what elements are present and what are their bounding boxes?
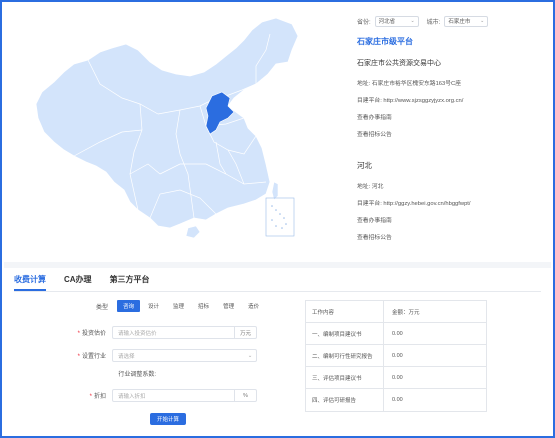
city-notice-link[interactable]: 查看招标公告 (357, 129, 552, 138)
map-region-taiwan[interactable] (271, 181, 279, 201)
discount-row: * 折扣 请输入折扣 % (22, 389, 257, 402)
info-panel: 省份: 河北省 ⌄ 城市: 石家庄市 ⌄ 石家庄市级平台 石家庄市公共资源交易中… (357, 14, 552, 241)
result-table: 工作内容 金额：万元 一、编制项目建议书 0.00 二、编制可行性研究报告 0.… (305, 300, 487, 412)
start-calculation-button[interactable]: 开始计算 (150, 413, 187, 425)
province-address: 地址: 河北 (357, 184, 384, 190)
type-bidding-button[interactable]: 招标 (192, 300, 215, 312)
chevron-down-icon: ⌄ (410, 18, 415, 24)
province-label: 省份: (357, 19, 371, 26)
row-item: 二、编制可行性研究报告 (306, 345, 384, 366)
province-select[interactable]: 河北省 ⌄ (374, 15, 419, 27)
industry-label: 设置行业 (81, 354, 106, 360)
industry-coef-row: 行业调整系数: (22, 369, 162, 378)
table-row: 三、评估项目建议书 0.00 (306, 367, 486, 389)
city-select-value: 石家庄市 (448, 19, 471, 25)
investment-unit: 万元 (234, 327, 256, 338)
row-amount: 0.00 (392, 374, 403, 381)
tabs-underline (14, 291, 541, 292)
city-website[interactable]: 目建平台: http://www.sjzsggzyjyzx.org.cn/ (357, 95, 552, 104)
row-amount: 0.00 (392, 397, 403, 403)
province-notice-link[interactable]: 查看招标公告 (357, 232, 552, 241)
city-label: 城市: (426, 19, 441, 26)
discount-placeholder: 请输入折扣 (118, 393, 146, 400)
province-select-value: 河北省 (378, 19, 396, 25)
province-website[interactable]: 目建平台: http://ggzy.hebei.gov.cn/hbggfwpt/ (357, 198, 552, 207)
row-item: 一、编制项目建议书 (306, 323, 384, 344)
map-landmass[interactable] (35, 17, 299, 229)
page-frame: 省份: 河北省 ⌄ 城市: 石家庄市 ⌄ 石家庄市级平台 石家庄市公共资源交易中… (0, 0, 555, 438)
chevron-down-icon: ⌄ (247, 352, 253, 359)
investment-field[interactable]: 请输入投资估价 万元 (112, 326, 257, 339)
type-supervision-button[interactable]: 监理 (167, 300, 190, 312)
discount-unit: % (234, 390, 256, 401)
table-header: 工作内容 金额：万元 (306, 301, 486, 323)
row-amount: 0.00 (392, 330, 403, 337)
province-guide-link[interactable]: 查看办事指南 (357, 215, 552, 224)
city-org-name: 石家庄市公共资源交易中心 (357, 60, 441, 67)
type-selector: 咨询 设计 监理 招标 管理 造价 (117, 300, 267, 312)
city-select[interactable]: 石家庄市 ⌄ (444, 15, 489, 27)
header-amount: 金额：万元 (392, 309, 420, 316)
industry-select[interactable]: 请选择 ⌄ (112, 349, 257, 362)
type-label: 类型 (96, 305, 109, 311)
table-row: 四、评估可研报告 0.00 (306, 389, 486, 411)
inset-islands (271, 205, 287, 229)
row-item: 三、评估项目建议书 (306, 367, 384, 388)
tab-third-party-platform[interactable]: 第三方平台 (110, 274, 150, 291)
tab-fee-calculation[interactable]: 收费计算 (14, 274, 46, 291)
header-work-content: 工作内容 (306, 301, 384, 322)
china-map-svg (35, 17, 299, 239)
industry-coef-label: 行业调整系数: (118, 372, 156, 378)
type-management-button[interactable]: 管理 (217, 300, 240, 312)
province-platform-title: 河北 (357, 161, 372, 170)
map-region-hainan[interactable] (185, 225, 201, 239)
type-design-button[interactable]: 设计 (142, 300, 165, 312)
industry-row: * 设置行业 请选择 ⌄ (22, 349, 257, 362)
tab-ca-handling[interactable]: CA办理 (64, 274, 92, 291)
row-amount: 0.00 (392, 352, 403, 359)
type-costing-button[interactable]: 造价 (242, 300, 265, 312)
investment-row: * 投资估价 请输入投资估价 万元 (22, 326, 257, 339)
row-item: 四、评估可研报告 (306, 389, 384, 411)
industry-placeholder: 请选择 (118, 353, 135, 360)
type-consulting-button[interactable]: 咨询 (117, 300, 141, 312)
investment-label: 投资估价 (81, 331, 106, 337)
south-china-sea-inset (265, 197, 295, 237)
city-platform-title: 石家庄市级平台 (357, 37, 413, 46)
section-divider (4, 262, 551, 268)
table-row: 一、编制项目建议书 0.00 (306, 323, 486, 345)
discount-field[interactable]: 请输入折扣 % (112, 389, 257, 402)
tab-bar: 收费计算 CA办理 第三方平台 (14, 274, 168, 291)
chevron-down-icon: ⌄ (480, 18, 485, 24)
china-map[interactable] (30, 14, 330, 244)
table-row: 二、编制可行性研究报告 0.00 (306, 345, 486, 367)
discount-label: 折扣 (93, 394, 106, 400)
investment-placeholder: 请输入投资估价 (118, 330, 157, 337)
city-guide-link[interactable]: 查看办事指南 (357, 112, 552, 121)
city-address: 地址: 石家庄市裕华区槐安东路163号C座 (357, 81, 462, 87)
location-selectors: 省份: 河北省 ⌄ 城市: 石家庄市 ⌄ (357, 14, 552, 28)
